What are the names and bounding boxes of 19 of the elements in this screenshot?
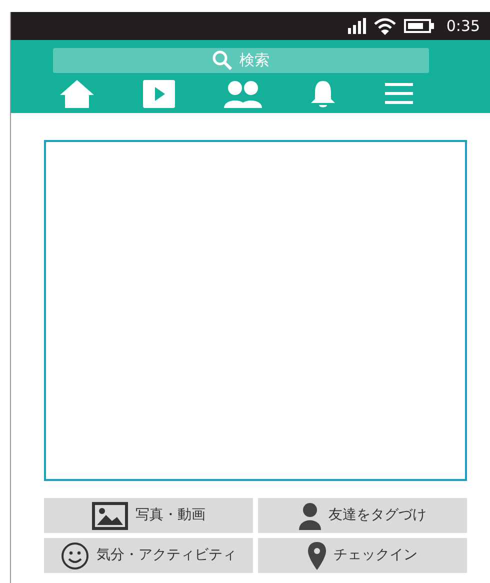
play-icon[interactable] <box>143 80 175 108</box>
battery-icon <box>404 19 434 33</box>
action-button[interactable]: 写真・動画 <box>44 498 253 533</box>
action-button[interactable]: 気分・アクティビティ <box>44 538 253 573</box>
signal-icon <box>348 18 366 34</box>
action-button[interactable]: チェックイン <box>258 538 467 573</box>
search-icon <box>212 50 232 70</box>
menu-icon[interactable] <box>384 83 412 106</box>
pin-icon <box>308 542 326 570</box>
smiley-icon <box>60 542 88 570</box>
image-icon <box>92 502 128 530</box>
person-icon <box>298 502 320 530</box>
post-area[interactable] <box>44 140 467 481</box>
home-icon[interactable] <box>58 79 94 110</box>
wifi-icon <box>374 18 396 34</box>
bell-icon[interactable] <box>310 79 336 110</box>
clock-time: 0:35 <box>446 16 480 37</box>
action-button[interactable]: 友達をタグづけ <box>258 498 467 533</box>
people-icon[interactable] <box>224 80 262 108</box>
